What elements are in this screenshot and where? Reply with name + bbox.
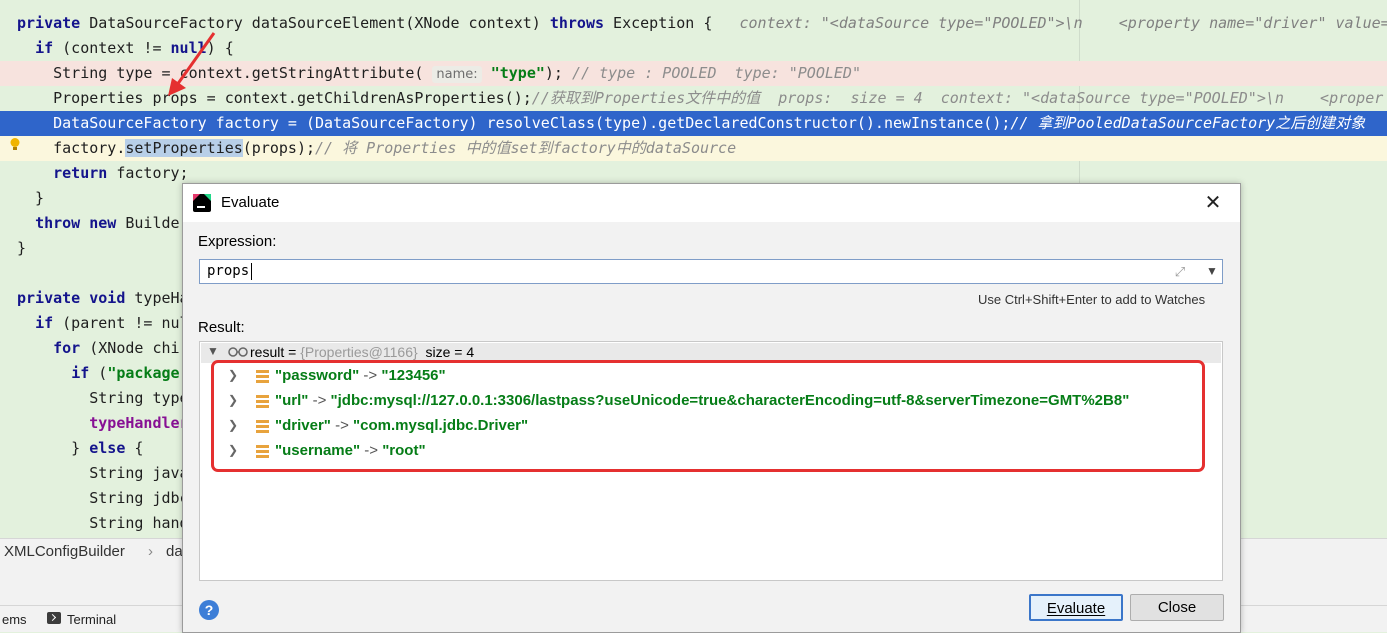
code-line-text: private void typeHa — [17, 286, 189, 311]
code-token: context: "<dataSource type="POOLED">\n <… — [739, 14, 1387, 32]
breadcrumb-separator: › — [148, 543, 153, 560]
code-token: ( — [98, 364, 108, 382]
code-token: } — [17, 439, 90, 457]
red-annotation-arrow-icon — [168, 32, 216, 96]
code-line-text: throw new Builde — [17, 211, 180, 236]
evaluate-dialog: Evaluate ✕ Expression: props ⤢ ▼ Use Ctr… — [182, 183, 1241, 633]
code-token: // type : POOLED type: "POOLED" — [571, 64, 861, 82]
code-token: for — [53, 339, 90, 357]
code-token: //获取到Properties文件中的值 props: size = 4 con… — [531, 89, 1384, 107]
code-token: private void — [17, 289, 135, 307]
code-token: } — [17, 239, 27, 257]
evaluate-button[interactable]: Evaluate — [1029, 594, 1123, 621]
chevron-down-icon[interactable]: ▼ — [207, 344, 219, 358]
code-token: ); — [544, 64, 572, 82]
code-token: Builde — [125, 214, 180, 232]
watch-glasses-icon — [228, 347, 248, 357]
code-token: String java — [17, 464, 189, 482]
close-icon[interactable]: ✕ — [1201, 191, 1225, 215]
code-token: "type" — [490, 64, 545, 82]
result-size: size = 4 — [417, 344, 475, 360]
dialog-titlebar[interactable]: Evaluate ✕ — [183, 184, 1240, 222]
code-line-text: String java — [17, 461, 189, 486]
result-label: Result: — [198, 319, 245, 336]
chevron-down-icon[interactable]: ▼ — [1204, 263, 1220, 279]
code-line-text: String hand — [17, 511, 189, 536]
text-caret — [251, 263, 252, 280]
code-line-text: if (parent != nul — [17, 311, 189, 336]
close-button[interactable]: Close — [1130, 594, 1224, 621]
code-token: if — [35, 314, 63, 332]
code-token: ies — [215, 139, 243, 157]
code-line-text: } else { — [17, 436, 143, 461]
code-token: String jdbc — [17, 489, 189, 507]
terminal-tab[interactable]: Terminal — [67, 612, 116, 627]
expression-input[interactable]: props ⤢ ▼ — [199, 259, 1223, 284]
code-token: setPropert — [125, 139, 216, 157]
code-token: factory. — [17, 139, 126, 157]
code-token: name: — [432, 66, 482, 83]
code-line-text: factory.setProperties(props);// 将 Proper… — [17, 136, 736, 161]
code-line-text: String jdbc — [17, 486, 189, 511]
code-line-text: return factory; — [17, 161, 189, 186]
code-token: typeHandler — [89, 414, 189, 432]
code-line-text: typeHandler — [17, 411, 189, 436]
terminal-icon — [47, 612, 61, 624]
evaluate-button-label: Evaluate — [1046, 600, 1106, 617]
code-token: String type — [17, 389, 189, 407]
code-token: "package — [107, 364, 180, 382]
code-token: (XNode chi — [89, 339, 180, 357]
code-token: if — [71, 364, 99, 382]
code-line-text: } — [17, 186, 44, 211]
code-line[interactable]: DataSourceFactory factory = (DataSourceF… — [0, 111, 1387, 136]
code-token: else — [89, 439, 135, 457]
intellij-logo-icon — [193, 194, 211, 212]
result-name: result = — [250, 344, 301, 360]
code-token: // 将 Properties 中的值set到factory中的dataSour… — [315, 139, 737, 157]
code-token: throw new — [35, 214, 126, 232]
code-token: // 拿到PooledDataSourceFactory之后创建对象 — [1010, 114, 1366, 132]
code-token: Exception { — [613, 14, 740, 32]
code-token: (props); — [242, 139, 316, 157]
code-line-text: if ("package — [17, 361, 180, 386]
code-token: String hand — [17, 514, 189, 532]
code-token: throws — [549, 14, 614, 32]
lightbulb-icon[interactable] — [8, 137, 22, 151]
code-line[interactable]: factory.setProperties(props);// 将 Proper… — [0, 136, 1387, 161]
code-token: return — [53, 164, 117, 182]
watches-hint: Use Ctrl+Shift+Enter to add to Watches — [978, 292, 1206, 307]
breadcrumb-method[interactable]: da — [166, 543, 183, 560]
expand-icon[interactable]: ⤢ — [1172, 264, 1188, 280]
code-line-text: DataSourceFactory factory = (DataSourceF… — [17, 111, 1365, 136]
code-token: { — [134, 439, 144, 457]
code-token: factory; — [116, 164, 189, 182]
code-line-text: String type — [17, 386, 189, 411]
code-line-text: } — [17, 236, 26, 261]
expression-label: Expression: — [198, 233, 277, 250]
red-highlight-box — [211, 360, 1205, 472]
code-token: DataSourceFactory factory = (DataSourceF… — [17, 114, 1011, 132]
code-token: typeHa — [134, 289, 189, 307]
dialog-title: Evaluate — [221, 194, 280, 211]
code-line-text: for (XNode chi — [17, 336, 180, 361]
help-icon[interactable]: ? — [199, 600, 219, 620]
code-token: } — [17, 189, 45, 207]
result-type: {Properties@1166} — [300, 344, 418, 360]
problems-tab[interactable]: ems — [2, 612, 27, 627]
expression-text: props — [207, 263, 250, 279]
breadcrumb-class[interactable]: XMLConfigBuilder — [4, 543, 125, 560]
code-token: (parent != nul — [62, 314, 189, 332]
